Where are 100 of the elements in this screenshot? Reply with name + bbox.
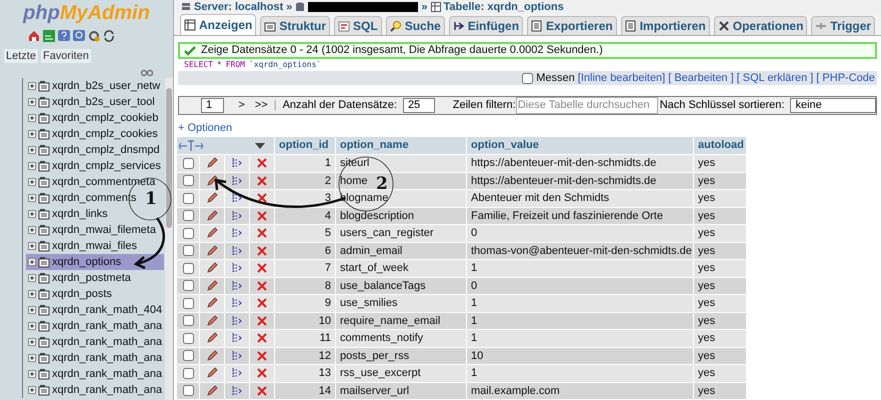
column-header[interactable]: option_value	[467, 137, 693, 154]
row-checkbox[interactable]	[182, 315, 194, 326]
sidebar-item[interactable]: xqrdn_cmplz_dnsmpd	[26, 142, 162, 158]
check-icon	[184, 46, 196, 56]
sidebar-item[interactable]: xqrdn_rank_math_ana	[26, 382, 164, 398]
row-checkbox[interactable]	[182, 228, 194, 239]
expand-icon	[28, 242, 36, 250]
breadcrumb-link[interactable]: Tabelle: xqrdn_options	[444, 0, 564, 16]
sort-dropdown[interactable]: keine	[790, 98, 876, 113]
tab[interactable]: Trigger	[811, 16, 876, 35]
table-cell: yes	[694, 190, 746, 206]
sidebar-item-selected[interactable]: xqrdn_options	[26, 254, 164, 270]
copy-icon	[231, 244, 243, 257]
sidebar-item[interactable]: xqrdn_b2s_user_tool	[26, 94, 157, 110]
sidebar-item[interactable]: xqrdn_rank_math_404	[26, 302, 164, 318]
table-name: xqrdn_mwai_files	[52, 239, 137, 253]
row-checkbox[interactable]	[182, 368, 194, 379]
expand-icon	[28, 306, 36, 314]
page-dropdown[interactable]: 1	[201, 98, 224, 113]
copy-icon	[231, 367, 243, 380]
copy-icon	[231, 384, 243, 397]
delete-icon	[256, 157, 268, 170]
sidebar-item[interactable]: xqrdn_b2s_user_netw	[26, 78, 162, 94]
row-checkbox[interactable]	[182, 332, 194, 344]
delete-icon	[256, 174, 268, 187]
sidebar-tab[interactable]: Letzte	[4, 49, 38, 63]
sidebar-item[interactable]: xqrdn_cmplz_services	[26, 158, 163, 174]
table-cell: yes	[694, 242, 746, 259]
action-link[interactable]: [ PHP-Code	[816, 71, 875, 85]
tab[interactable]: SQL	[334, 16, 382, 35]
last-button[interactable]: >>	[254, 97, 268, 114]
home-icon	[28, 30, 40, 42]
table-cell: 1	[467, 365, 693, 382]
table-icon	[38, 256, 50, 268]
action-link[interactable]: [ SQL erklären ]	[736, 71, 814, 85]
row-checkbox[interactable]	[182, 298, 194, 309]
expand-icon	[28, 210, 36, 218]
copy-icon	[231, 280, 243, 292]
checkbox-label: Messen	[536, 71, 575, 85]
options-link[interactable]: + Optionen	[178, 121, 232, 135]
action-link[interactable]: [Inline bearbeiten]	[578, 71, 666, 85]
action-link[interactable]: [ Bearbeiten ]	[668, 71, 734, 85]
pencil-icon	[206, 280, 218, 292]
expand-icon	[28, 82, 36, 90]
table-icon	[38, 240, 50, 252]
tab[interactable]: Suche	[386, 16, 445, 35]
table-cell: start_of_week	[336, 260, 466, 276]
sidebar-item[interactable]: xqrdn_rank_math_ana	[26, 366, 164, 382]
sidebar-item[interactable]: xqrdn_mwai_files	[26, 238, 139, 254]
checkbox[interactable]	[522, 72, 534, 84]
column-header[interactable]: option_name	[336, 137, 466, 154]
table-name: xqrdn_links	[52, 207, 108, 221]
row-checkbox[interactable]	[182, 350, 194, 362]
tab[interactable]: Exportieren	[527, 16, 617, 35]
sidebar-item[interactable]: xqrdn_rank_math_ana	[26, 334, 164, 350]
table-icon	[38, 112, 50, 124]
row-checkbox[interactable]	[182, 245, 194, 256]
row-checkbox[interactable]	[182, 192, 194, 204]
row-checkbox[interactable]	[182, 210, 194, 222]
table-cell: users_can_register	[336, 225, 466, 242]
tab[interactable]: Importieren	[620, 16, 710, 35]
sidebar-item[interactable]: xqrdn_mwai_filemeta	[26, 222, 158, 238]
next-button[interactable]: >	[238, 97, 245, 114]
filter-input[interactable]: Diese Tabelle durchsuchen	[516, 96, 658, 114]
table-name: xqrdn_options	[52, 255, 122, 269]
row-checkbox[interactable]	[182, 280, 194, 292]
breadcrumb-link[interactable]: Server: localhost	[194, 0, 284, 16]
rows-dropdown[interactable]: 25	[402, 98, 435, 113]
tab[interactable]: Operationen	[714, 16, 808, 35]
sidebar-item[interactable]: xqrdn_cmplz_cookies	[26, 126, 160, 142]
table-name: xqrdn_mwai_filemeta	[52, 223, 156, 237]
expand-icon	[28, 370, 36, 378]
sidebar-item[interactable]: xqrdn_posts	[26, 286, 114, 302]
expand-icon	[28, 178, 36, 186]
column-resize-icon	[179, 140, 203, 152]
column-header[interactable]: autoload	[694, 137, 746, 154]
copy-icon	[231, 332, 243, 344]
table-icon	[38, 304, 50, 316]
table-name: xqrdn_cmplz_services	[52, 159, 161, 173]
table-cell: rss_use_excerpt	[336, 365, 466, 382]
table-cell: require_name_email	[336, 312, 466, 329]
sidebar-item[interactable]: xqrdn_rank_math_ana	[26, 318, 164, 334]
sidebar-item[interactable]: xqrdn_links	[26, 206, 110, 222]
table-icon	[38, 336, 50, 348]
sidebar-item[interactable]: xqrdn_cmplz_cookieb	[26, 110, 160, 126]
row-checkbox[interactable]	[182, 385, 194, 396]
pencil-icon	[206, 262, 218, 274]
sidebar-tab[interactable]: Favoriten	[40, 49, 91, 63]
column-header[interactable]: option_id	[275, 137, 335, 154]
row-checkbox[interactable]	[182, 262, 194, 274]
breadcrumb-separator: »	[286, 0, 292, 15]
row-checkbox[interactable]	[182, 175, 194, 186]
sidebar-item[interactable]: xqrdn_postmeta	[26, 270, 133, 286]
tab[interactable]: Struktur	[260, 16, 330, 35]
scrollbar-thumb[interactable]	[166, 88, 172, 228]
sidebar-item[interactable]: xqrdn_rank_math_ana	[26, 350, 164, 366]
table-name: xqrdn_rank_math_404	[52, 303, 162, 317]
tab[interactable]: Anzeigen	[180, 14, 256, 35]
tab[interactable]: Einfügen	[448, 16, 524, 35]
row-checkbox[interactable]	[182, 158, 194, 169]
